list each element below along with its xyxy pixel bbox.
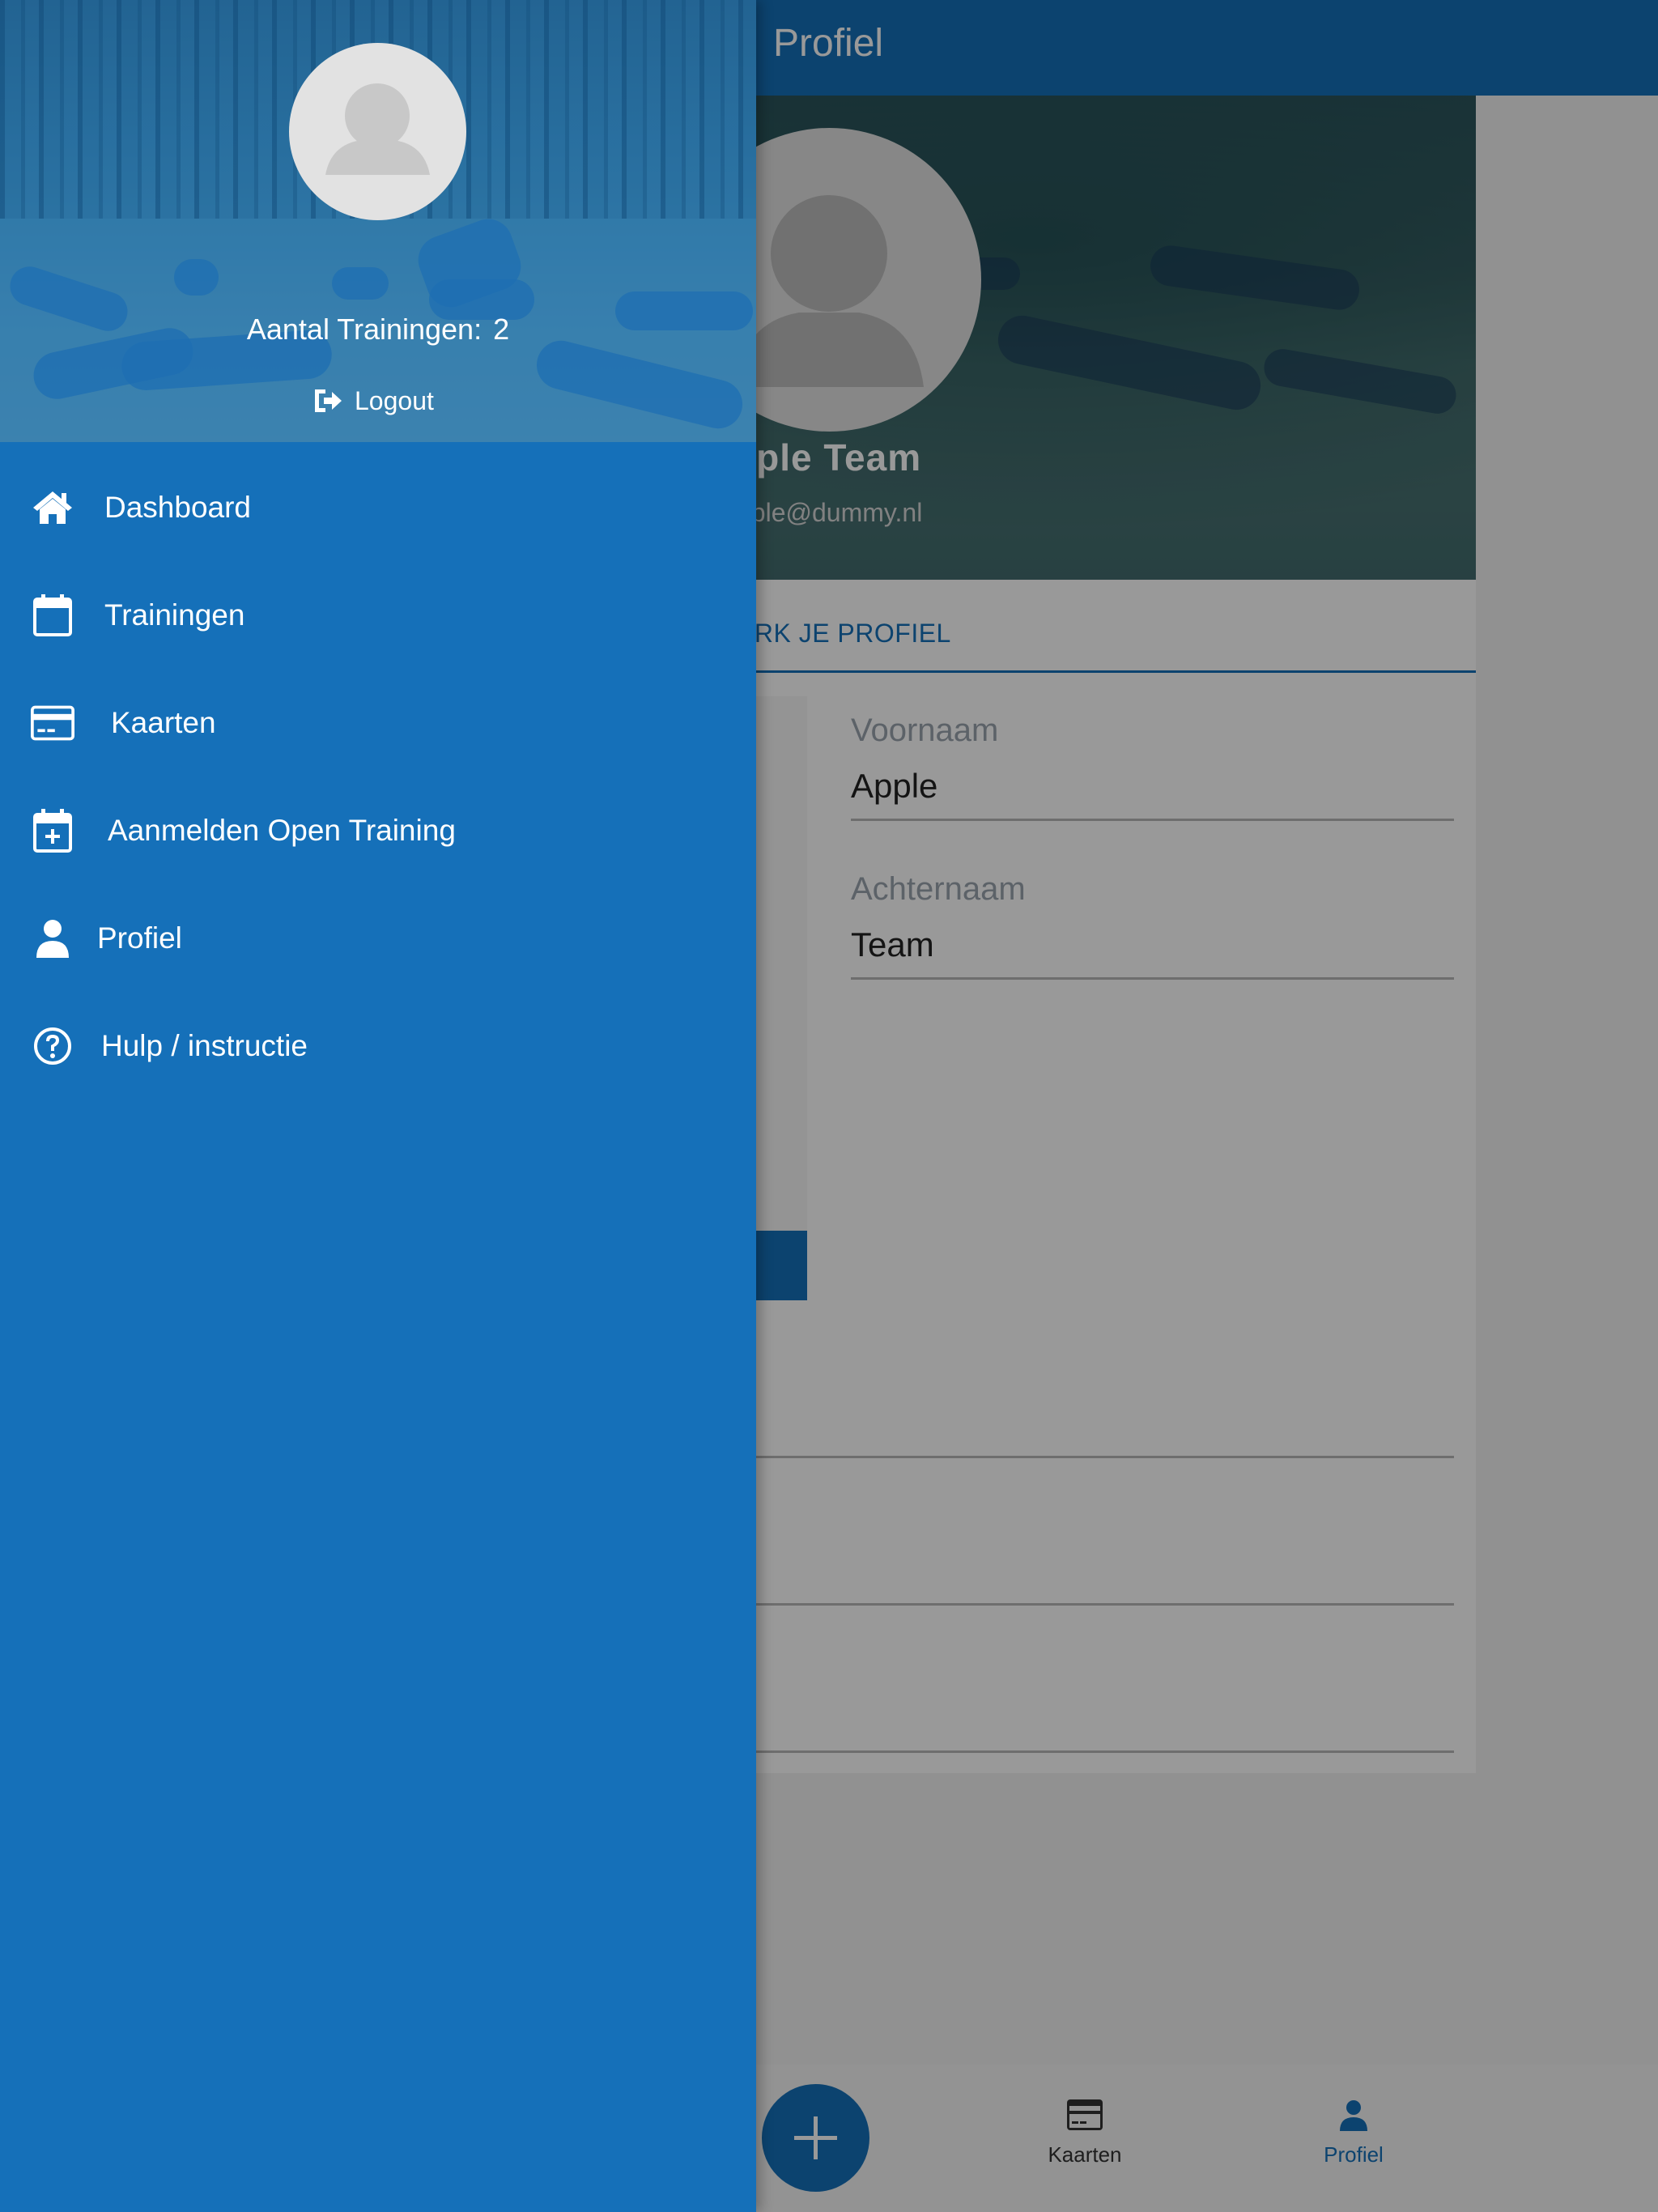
calendar-icon	[31, 593, 74, 637]
training-count-value: 2	[493, 313, 510, 346]
logout-icon	[315, 389, 342, 412]
menu-item-trainingen[interactable]: Trainingen	[0, 575, 756, 656]
menu-item-label: Profiel	[97, 921, 182, 955]
logout-button[interactable]: Logout	[312, 381, 434, 421]
menu-item-kaarten[interactable]: Kaarten	[0, 683, 756, 764]
menu-item-hulp-instructie[interactable]: Hulp / instructie	[0, 1006, 756, 1087]
drawer-header: Aantal Trainingen: 2 Logout	[0, 0, 756, 442]
credit-card-icon	[31, 701, 74, 745]
menu-item-label: Dashboard	[104, 491, 252, 524]
menu-item-profiel[interactable]: Profiel	[0, 898, 756, 979]
calendar-plus-icon	[31, 809, 74, 853]
logout-label: Logout	[355, 385, 434, 415]
user-icon	[31, 917, 74, 960]
menu-item-dashboard[interactable]: Dashboard	[0, 467, 756, 548]
home-icon	[31, 486, 74, 530]
user-silhouette-icon	[325, 83, 430, 175]
training-count: Aantal Trainingen: 2	[0, 313, 756, 347]
menu-item-label: Aanmelden Open Training	[108, 814, 456, 847]
training-count-label: Aantal Trainingen:	[246, 313, 483, 346]
side-drawer: Aantal Trainingen: 2 Logout Dashboard Tr…	[0, 0, 756, 2212]
menu-item-label: Trainingen	[104, 598, 245, 632]
drawer-avatar[interactable]	[289, 43, 466, 220]
menu-item-aanmelden-open-training[interactable]: Aanmelden Open Training	[0, 790, 756, 871]
menu-item-label: Kaarten	[111, 706, 216, 739]
question-circle-icon	[31, 1024, 74, 1068]
menu-item-label: Hulp / instructie	[101, 1029, 308, 1062]
